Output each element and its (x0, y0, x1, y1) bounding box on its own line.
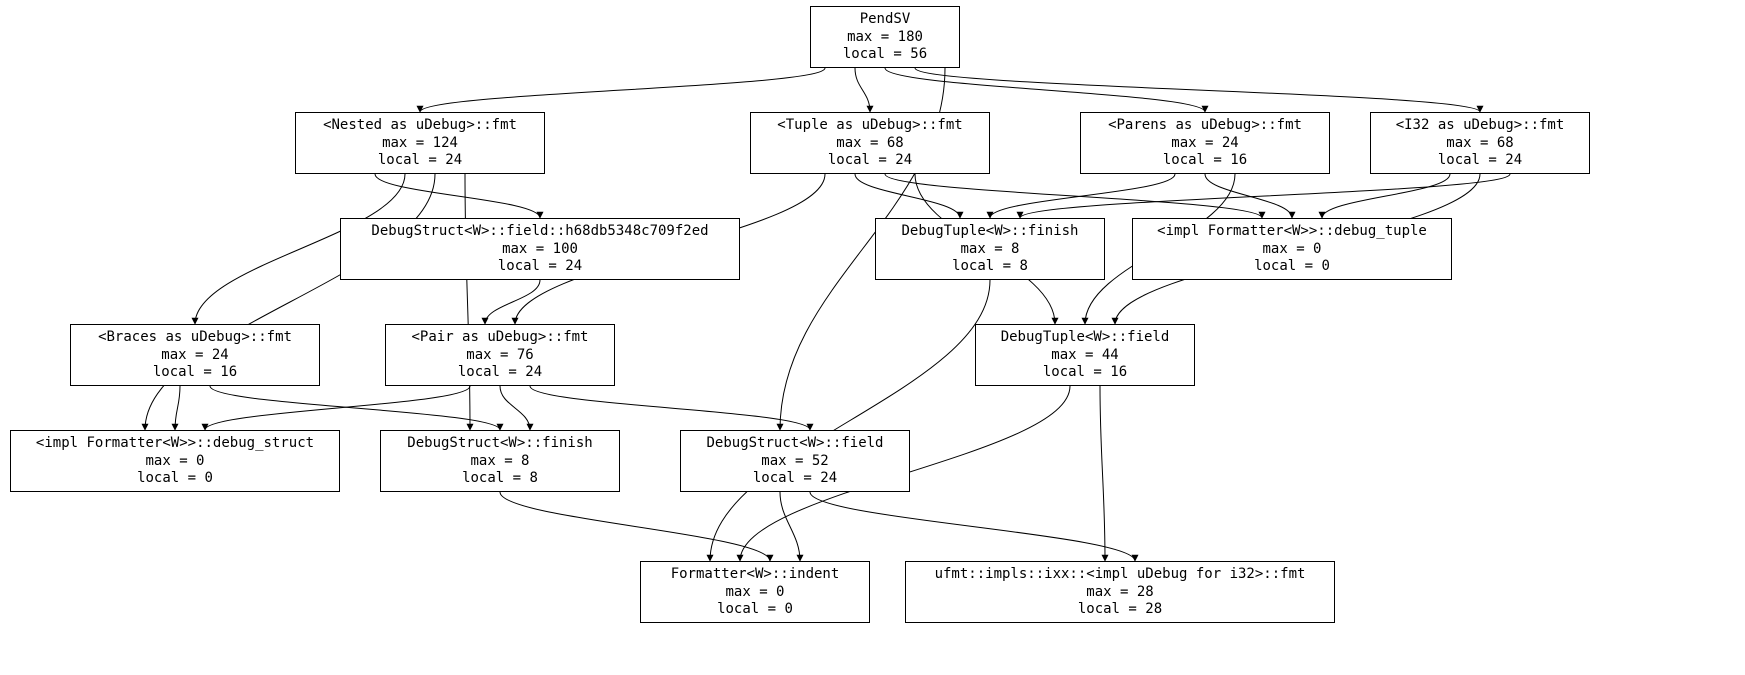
node-max: max = 24 (79, 347, 311, 365)
node-local: local = 0 (1141, 258, 1443, 276)
edge-braces-to-impl_debug_struct (175, 386, 180, 430)
edge-pair-to-dbgstruct_finish (500, 386, 530, 430)
node-local: local = 28 (914, 601, 1326, 619)
node-title: Formatter<W>::indent (649, 566, 861, 584)
edge-dbgtuple_field-to-ufmt_impls (1100, 386, 1105, 561)
node-local: local = 0 (19, 470, 331, 488)
node-local: local = 24 (394, 364, 606, 382)
node-max: max = 100 (349, 241, 731, 259)
node-title: DebugTuple<W>::finish (884, 223, 1096, 241)
node-ufmt_impls: ufmt::impls::ixx::<impl uDebug for i32>:… (905, 561, 1335, 623)
node-impl_debug_tuple: <impl Formatter<W>>::debug_tuplemax = 0l… (1132, 218, 1452, 280)
node-local: local = 24 (1379, 152, 1581, 170)
node-title: <Tuple as uDebug>::fmt (759, 117, 981, 135)
edge-i32-to-impl_debug_tuple (1322, 174, 1450, 218)
node-dbgstruct_finish: DebugStruct<W>::finishmax = 8local = 8 (380, 430, 620, 492)
edge-dbgstruct_fieldh-to-pair (485, 280, 540, 324)
edge-pendsv-to-i32 (915, 68, 1480, 112)
diagram-canvas: PendSVmax = 180local = 56 <Nested as uDeb… (0, 0, 1745, 675)
node-impl_debug_struct: <impl Formatter<W>>::debug_structmax = 0… (10, 430, 340, 492)
node-max: max = 52 (689, 453, 901, 471)
node-max: max = 180 (819, 29, 951, 47)
node-formatter_indent: Formatter<W>::indentmax = 0local = 0 (640, 561, 870, 623)
node-dbgtuple_finish: DebugTuple<W>::finishmax = 8local = 8 (875, 218, 1105, 280)
node-title: DebugStruct<W>::field::h68db5348c709f2ed (349, 223, 731, 241)
node-title: DebugStruct<W>::finish (389, 435, 611, 453)
node-local: local = 24 (349, 258, 731, 276)
node-max: max = 24 (1089, 135, 1321, 153)
node-max: max = 44 (984, 347, 1186, 365)
node-max: max = 68 (759, 135, 981, 153)
node-title: PendSV (819, 11, 951, 29)
node-title: <impl Formatter<W>>::debug_struct (19, 435, 331, 453)
edge-dbgstruct_field-to-ufmt_impls (810, 492, 1135, 561)
node-local: local = 0 (649, 601, 861, 619)
node-pair: <Pair as uDebug>::fmtmax = 76local = 24 (385, 324, 615, 386)
node-local: local = 16 (984, 364, 1186, 382)
edge-tuple-to-impl_debug_tuple (885, 174, 1262, 218)
edge-nested-to-dbgstruct_finish (465, 174, 470, 430)
edge-dbgstruct_finish-to-formatter_indent (500, 492, 770, 561)
node-tuple: <Tuple as uDebug>::fmtmax = 68local = 24 (750, 112, 990, 174)
node-title: DebugTuple<W>::field (984, 329, 1186, 347)
node-local: local = 8 (389, 470, 611, 488)
node-title: DebugStruct<W>::field (689, 435, 901, 453)
edge-nested-to-impl_debug_struct (145, 174, 435, 430)
edge-i32-to-dbgtuple_finish (1020, 174, 1510, 218)
node-local: local = 56 (819, 46, 951, 64)
edge-parens-to-impl_debug_tuple (1205, 174, 1292, 218)
node-max: max = 0 (19, 453, 331, 471)
node-dbgtuple_field: DebugTuple<W>::fieldmax = 44local = 16 (975, 324, 1195, 386)
node-local: local = 16 (1089, 152, 1321, 170)
node-local: local = 24 (689, 470, 901, 488)
node-title: <Parens as uDebug>::fmt (1089, 117, 1321, 135)
edge-braces-to-dbgstruct_finish (210, 386, 500, 430)
node-max: max = 68 (1379, 135, 1581, 153)
node-dbgstruct_field: DebugStruct<W>::fieldmax = 52local = 24 (680, 430, 910, 492)
node-local: local = 8 (884, 258, 1096, 276)
edge-pendsv-to-tuple (855, 68, 870, 112)
node-local: local = 24 (759, 152, 981, 170)
node-title: <Braces as uDebug>::fmt (79, 329, 311, 347)
node-max: max = 0 (649, 584, 861, 602)
node-local: local = 24 (304, 152, 536, 170)
node-max: max = 124 (304, 135, 536, 153)
node-max: max = 0 (1141, 241, 1443, 259)
node-title: ufmt::impls::ixx::<impl uDebug for i32>:… (914, 566, 1326, 584)
edge-dbgstruct_field-to-formatter_indent (780, 492, 800, 561)
node-title: <I32 as uDebug>::fmt (1379, 117, 1581, 135)
node-title: <impl Formatter<W>>::debug_tuple (1141, 223, 1443, 241)
node-braces: <Braces as uDebug>::fmtmax = 24local = 1… (70, 324, 320, 386)
node-nested: <Nested as uDebug>::fmtmax = 124local = … (295, 112, 545, 174)
node-dbgstruct_fieldh: DebugStruct<W>::field::h68db5348c709f2ed… (340, 218, 740, 280)
edge-nested-to-dbgstruct_fieldh (375, 174, 540, 218)
node-title: <Nested as uDebug>::fmt (304, 117, 536, 135)
node-max: max = 76 (394, 347, 606, 365)
edge-tuple-to-dbgtuple_finish (855, 174, 960, 218)
edge-parens-to-dbgtuple_finish (990, 174, 1175, 218)
edge-pair-to-dbgstruct_field (530, 386, 810, 430)
edge-pendsv-to-nested (420, 68, 825, 112)
edge-pair-to-impl_debug_struct (205, 386, 470, 430)
node-max: max = 8 (884, 241, 1096, 259)
node-pendsv: PendSVmax = 180local = 56 (810, 6, 960, 68)
node-title: <Pair as uDebug>::fmt (394, 329, 606, 347)
node-max: max = 8 (389, 453, 611, 471)
node-parens: <Parens as uDebug>::fmtmax = 24local = 1… (1080, 112, 1330, 174)
edge-dbgtuple_finish-to-formatter_indent (710, 280, 990, 561)
node-local: local = 16 (79, 364, 311, 382)
edge-pendsv-to-parens (885, 68, 1205, 112)
node-i32: <I32 as uDebug>::fmtmax = 68local = 24 (1370, 112, 1590, 174)
node-max: max = 28 (914, 584, 1326, 602)
